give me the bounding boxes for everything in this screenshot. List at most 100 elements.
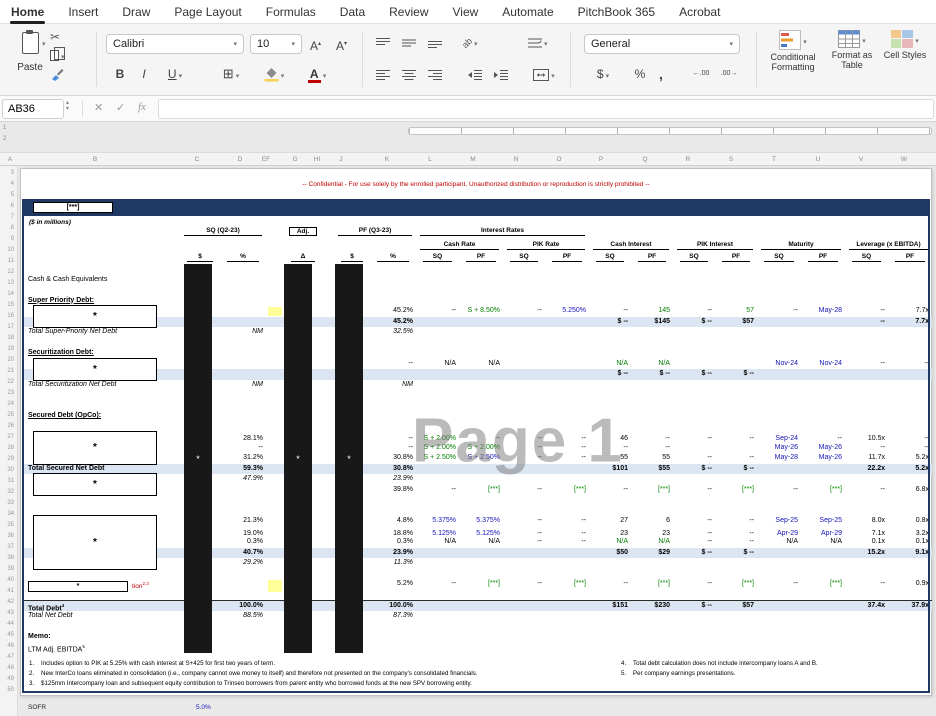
bold-button[interactable]: B: [112, 64, 128, 84]
cell: 22.2x: [867, 464, 885, 472]
merge-center-button[interactable]: ▾: [528, 64, 560, 84]
row-label: [22, 264, 180, 275]
insert-function-button[interactable]: fx: [138, 101, 146, 113]
row-number: 45: [7, 632, 14, 638]
format-painter-button[interactable]: [50, 64, 84, 82]
increase-font-button[interactable]: A▴: [310, 34, 321, 54]
column-letter: N: [513, 156, 519, 163]
header-cell: %: [220, 253, 266, 265]
align-left-icon: [376, 69, 390, 81]
tab-acrobat[interactable]: Acrobat: [678, 2, 721, 22]
cell: 23.9%: [393, 548, 413, 556]
header-cell: Cash Interest: [589, 241, 673, 253]
borders-button[interactable]: ⊞ ▾: [216, 64, 246, 84]
currency-format-button[interactable]: $ ▾: [590, 64, 616, 84]
cell: 31.2%: [243, 454, 263, 461]
tab-automate[interactable]: Automate: [501, 2, 554, 22]
align-left-button[interactable]: [376, 64, 390, 84]
align-top-button[interactable]: [376, 32, 390, 52]
column-header-strip: A B C D EF G HI J K L M N O P Q R S T U V W: [0, 152, 936, 166]
cell: 57: [746, 307, 754, 314]
copy-button[interactable]: ▾: [50, 46, 84, 64]
cell: 39.8%: [393, 485, 413, 493]
tab-insert[interactable]: Insert: [67, 2, 99, 22]
align-bottom-button[interactable]: [428, 32, 442, 52]
table-row: Securitization Debt:: [22, 348, 932, 359]
chevron-down-icon: ▾: [235, 73, 240, 80]
percent-format-button[interactable]: %: [632, 64, 648, 84]
cell: --: [749, 538, 754, 545]
column-letter: G: [292, 156, 298, 163]
cut-button[interactable]: ✂: [50, 28, 84, 46]
decrease-indent-button[interactable]: [468, 64, 482, 84]
align-middle-button[interactable]: [402, 32, 416, 52]
column-letter: Q: [642, 156, 648, 163]
tab-formulas[interactable]: Formulas: [265, 2, 317, 22]
orientation-button[interactable]: ab▾: [460, 32, 478, 52]
column-letter: T: [772, 156, 776, 163]
decrease-decimal-button[interactable]: .00→: [716, 64, 742, 84]
cell: 7.7x: [915, 317, 929, 325]
sheet-area[interactable]: A B C D EF G HI J K L M N O P Q R S T U V W 3 4 5 6 7 8 9 10 11 12 13 1…: [0, 122, 936, 716]
fill-color-button[interactable]: ▾: [258, 64, 290, 84]
table-row: 21.3% 4.8% 5.375% 5.375% -- -- 27 6 -- -- Sep-25 Se…: [22, 516, 932, 527]
cell: --: [749, 435, 754, 442]
cell: 88.5%: [243, 611, 263, 619]
formula-input[interactable]: [158, 99, 934, 119]
cell: 45.2%: [393, 307, 413, 314]
conditional-formatting-button[interactable]: ▾ Conditional Formatting: [764, 30, 822, 72]
tab-review[interactable]: Review: [388, 2, 429, 22]
cell: $230: [654, 602, 670, 609]
cell: 6.8x: [915, 485, 929, 493]
chevron-down-icon: ▾: [280, 73, 285, 80]
cell: $ --: [617, 317, 629, 325]
align-center-icon: [402, 69, 416, 81]
align-top-icon: [376, 37, 390, 49]
row-number: 26: [7, 423, 14, 429]
wrap-text-button[interactable]: ▾: [528, 32, 548, 52]
cell: 15.2x: [867, 548, 885, 556]
tab-pitchbook-365[interactable]: PitchBook 365: [577, 2, 656, 22]
align-center-button[interactable]: [402, 64, 416, 84]
table-row: 0.3% 0.3% N/A N/A -- -- N/A N/A -- -- N/A N/A 0.1x 0.…: [22, 537, 932, 548]
row-number: 6: [10, 203, 14, 209]
cell: 7.7x: [915, 307, 929, 314]
font-color-button[interactable]: A ▾: [302, 64, 332, 84]
enter-button[interactable]: ✓: [116, 101, 125, 114]
name-box-input[interactable]: [2, 99, 64, 119]
header-cell: PIK Interest: [673, 241, 757, 253]
cell: $29: [658, 548, 670, 556]
increase-indent-button[interactable]: [494, 64, 508, 84]
table-row: LTM Adj. EBITDA5: [22, 642, 932, 653]
underline-button[interactable]: U ▾: [160, 64, 190, 84]
tab-data[interactable]: Data: [339, 2, 366, 22]
decrease-font-button[interactable]: A▾: [336, 34, 347, 54]
tab-home[interactable]: Home: [10, 2, 46, 24]
worksheet-page[interactable]: -- Confidential - For use solely by the …: [20, 168, 932, 696]
row-number: 22: [7, 379, 14, 385]
merge-cells-icon: [533, 69, 549, 81]
column-letter: S: [728, 156, 734, 163]
row-label: Total Net Debt: [28, 611, 73, 619]
cell: May-28: [818, 307, 842, 314]
tab-draw[interactable]: Draw: [121, 2, 151, 22]
font-name-select[interactable]: Calibri ▾: [106, 34, 244, 54]
row-number: 3: [10, 170, 14, 176]
name-box-stepper[interactable]: ▴ ▾: [66, 100, 69, 112]
row-label: [22, 621, 180, 632]
font-size-select[interactable]: 10 ▾: [250, 34, 302, 54]
italic-button[interactable]: I: [138, 64, 150, 84]
cancel-button[interactable]: ✕: [94, 101, 103, 114]
align-right-button[interactable]: [428, 64, 442, 84]
cell-styles-button[interactable]: ▾ Cell Styles: [882, 30, 928, 60]
row-label: LTM Adj. EBITDA5: [28, 644, 85, 654]
comma-format-button[interactable]: ,: [656, 64, 666, 84]
increase-decimal-button[interactable]: ←.00: [688, 64, 714, 84]
tab-view[interactable]: View: [452, 2, 480, 22]
paste-button[interactable]: ▾ Paste: [8, 28, 52, 90]
format-as-table-button[interactable]: ▾ Format as Table: [826, 30, 878, 70]
number-format-select[interactable]: General ▾: [584, 34, 740, 54]
tab-page-layout[interactable]: Page Layout: [173, 2, 242, 22]
cell: N/A: [616, 359, 628, 367]
cell: --: [707, 580, 712, 587]
